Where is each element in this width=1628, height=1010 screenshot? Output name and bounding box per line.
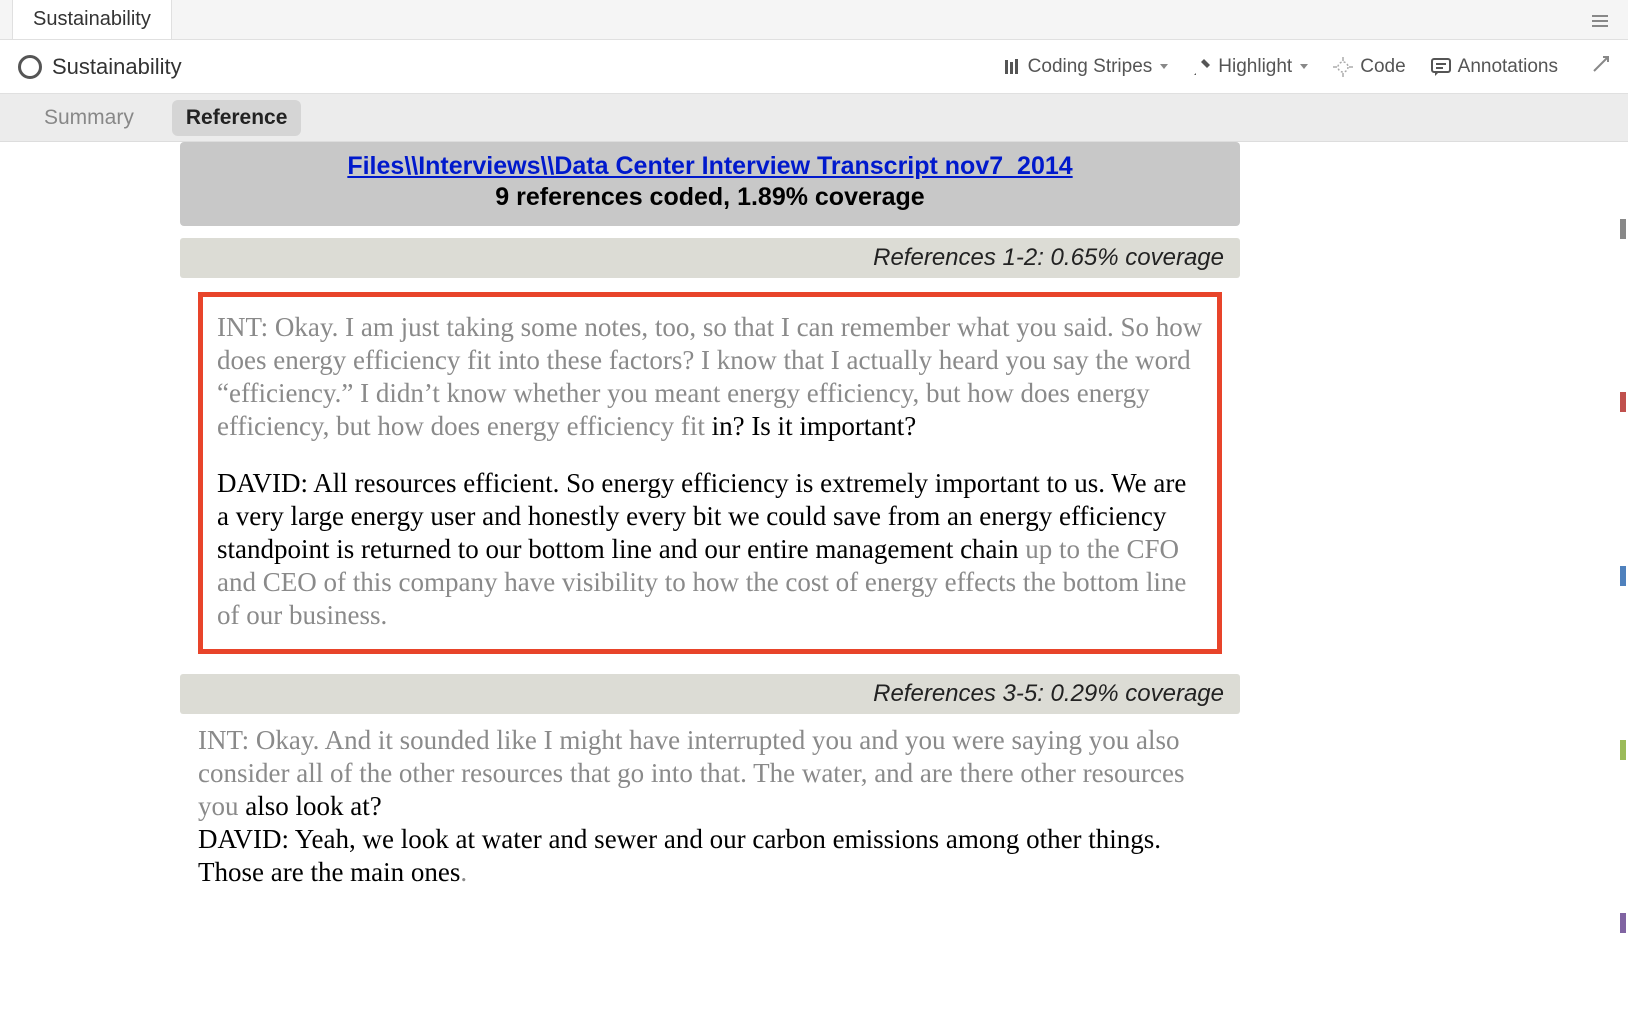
- reference-block-1: References 1-2: 0.65% coverage INT: Okay…: [180, 238, 1240, 674]
- menu-icon[interactable]: [1592, 12, 1608, 30]
- tab-summary[interactable]: Summary: [30, 100, 148, 136]
- file-header: Files\\Interviews\\Data Center Interview…: [180, 142, 1240, 226]
- transcript-paragraph: DAVID: All resources efficient. So energ…: [217, 467, 1203, 632]
- document-tab[interactable]: Sustainability: [12, 0, 172, 39]
- code-button[interactable]: Code: [1332, 56, 1405, 78]
- file-coverage-stats: 9 references coded, 1.89% coverage: [200, 183, 1220, 212]
- node-title: Sustainability: [52, 54, 182, 80]
- node-circle-icon: [18, 55, 42, 79]
- transcript-paragraph: INT: Okay. And it sounded like I might h…: [198, 724, 1222, 823]
- annotations-button[interactable]: Annotations: [1430, 56, 1558, 78]
- annotations-icon: [1430, 57, 1452, 77]
- toolbar: Coding Stripes Highlight Code Annotation…: [1002, 55, 1610, 78]
- chevron-down-icon: [1300, 64, 1308, 69]
- highlight-icon: [1192, 57, 1212, 77]
- highlight-button[interactable]: Highlight: [1192, 56, 1308, 78]
- coding-stripes-icon: [1002, 57, 1022, 77]
- reference-block-2: References 3-5: 0.29% coverage INT: Okay…: [180, 674, 1240, 909]
- left-gutter: [0, 142, 180, 1010]
- code-icon: [1332, 56, 1354, 78]
- expand-icon[interactable]: [1592, 55, 1610, 78]
- transcript-paragraph: DAVID: Yeah, we look at water and sewer …: [198, 823, 1222, 889]
- tab-bar: Sustainability: [0, 0, 1628, 40]
- coding-stripe-markers: [1620, 142, 1626, 1010]
- header-row: Sustainability Coding Stripes Highlight …: [0, 40, 1628, 94]
- transcript-paragraph: INT: Okay. I am just taking some notes, …: [217, 311, 1203, 443]
- highlighted-selection[interactable]: INT: Okay. I am just taking some notes, …: [198, 292, 1222, 654]
- tab-reference[interactable]: Reference: [172, 100, 302, 136]
- file-path-link[interactable]: Files\\Interviews\\Data Center Interview…: [347, 152, 1072, 180]
- chevron-down-icon: [1160, 64, 1168, 69]
- coding-stripes-button[interactable]: Coding Stripes: [1002, 56, 1169, 78]
- main-column[interactable]: Files\\Interviews\\Data Center Interview…: [180, 142, 1240, 1010]
- reference-label: References 3-5: 0.29% coverage: [180, 674, 1240, 714]
- content-area: Files\\Interviews\\Data Center Interview…: [0, 142, 1628, 1010]
- subtab-bar: Summary Reference: [0, 94, 1628, 142]
- reference-label: References 1-2: 0.65% coverage: [180, 238, 1240, 278]
